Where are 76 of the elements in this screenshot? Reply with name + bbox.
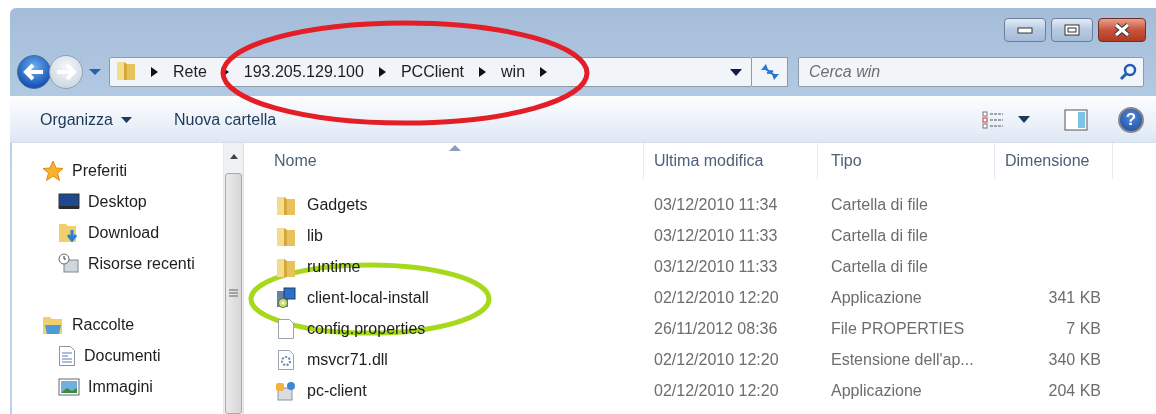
file-type: Applicazione [831, 381, 922, 400]
file-name[interactable]: pc-client [307, 381, 367, 400]
details-view-icon[interactable] [982, 110, 1004, 129]
modified-date: 02/12/2010 12:20 [654, 288, 779, 307]
back-button[interactable] [17, 55, 51, 89]
file-size: 7 KB [1066, 319, 1101, 338]
sidebar-group-label[interactable]: Preferiti [72, 161, 128, 180]
file-size: 204 KB [1048, 381, 1101, 400]
chevron-icon[interactable] [378, 67, 386, 77]
sidebar-item[interactable]: Desktop [88, 192, 147, 211]
toolbar-button[interactable]: Organizza [30, 106, 142, 133]
column-header[interactable]: Nome [246, 143, 644, 179]
close-button[interactable] [1098, 18, 1146, 42]
sidebar-item[interactable]: Risorse recenti [88, 254, 195, 273]
download-folder-icon [58, 221, 80, 244]
search-icon[interactable] [1119, 63, 1137, 81]
breadcrumb-item[interactable]: 193.205.129.100 [243, 63, 364, 81]
dropdown-caret-icon [120, 116, 132, 123]
refresh-icon[interactable] [758, 62, 781, 82]
sidebar-item[interactable]: Documenti [84, 346, 161, 365]
maximize-icon[interactable] [1064, 24, 1080, 36]
recent-places-icon [58, 252, 80, 275]
scrollbar-thumb[interactable] [225, 173, 242, 414]
file-size: 341 KB [1048, 288, 1101, 307]
file-name[interactable]: client-local-install [307, 288, 429, 307]
library-folder-icon [42, 314, 64, 335]
app-icon [275, 379, 297, 402]
modified-date: 02/12/2010 12:20 [654, 381, 779, 400]
sidebar-item[interactable]: Download [88, 223, 160, 242]
modified-date: 03/12/2010 11:33 [654, 226, 778, 245]
installer-icon [275, 286, 297, 309]
monitor-icon [58, 192, 80, 211]
picture-icon [58, 377, 80, 396]
file-type: Estensione dell'ap... [831, 350, 974, 369]
modified-date: 03/12/2010 11:34 [654, 195, 778, 214]
sidebar-group-label[interactable]: Raccolte [72, 315, 135, 334]
dropdown-caret-icon[interactable] [730, 68, 742, 76]
file-type: Cartella di file [831, 257, 928, 276]
file-type: Applicazione [831, 288, 922, 307]
file-type: Cartella di file [831, 195, 928, 214]
breadcrumb-item[interactable]: win [501, 63, 526, 81]
column-header[interactable]: Ultima modifica [644, 143, 818, 179]
chevron-icon[interactable] [151, 67, 158, 77]
file-type: File PROPERTIES [831, 319, 965, 338]
file-type: Cartella di file [831, 226, 928, 245]
column-header[interactable]: Dimensione [995, 143, 1113, 179]
chevron-icon[interactable] [479, 67, 487, 77]
history-dropdown-icon[interactable] [89, 68, 101, 76]
refresh-button[interactable] [752, 57, 788, 87]
location-folder-icon [116, 59, 136, 81]
minimize-icon[interactable] [1017, 26, 1033, 34]
back-arrow-icon[interactable] [23, 63, 45, 81]
search-field[interactable]: Cerca win [798, 57, 1144, 87]
modified-date: 02/12/2010 12:20 [654, 350, 779, 369]
maximize-button[interactable] [1051, 18, 1093, 42]
file-size: 340 KB [1048, 350, 1101, 369]
file-name[interactable]: Gadgets [307, 195, 368, 214]
file-name[interactable]: lib [307, 226, 323, 245]
blank-file-icon [277, 317, 295, 340]
dropdown-caret-icon[interactable] [1018, 116, 1030, 123]
document-icon [58, 344, 76, 367]
breadcrumb-item[interactable]: PCClient [400, 63, 465, 81]
file-name[interactable]: msvcr71.dll [307, 350, 388, 369]
toolbar-button[interactable]: Nuova cartella [163, 106, 287, 133]
modified-date: 26/11/2012 08:36 [654, 319, 778, 338]
sidebar-item[interactable]: Immagini [88, 377, 153, 396]
preview-pane-icon[interactable] [1064, 108, 1088, 131]
chevron-icon[interactable] [540, 67, 548, 77]
modified-date: 03/12/2010 11:33 [654, 257, 778, 276]
minimize-button[interactable] [1004, 18, 1046, 42]
gear-file-icon [277, 348, 295, 371]
column-header[interactable]: Tipo [818, 143, 995, 179]
breadcrumb-item[interactable]: Rete [173, 63, 207, 81]
star-icon [42, 159, 64, 182]
close-icon[interactable] [1113, 23, 1131, 37]
help-button[interactable]: ? [1118, 106, 1144, 133]
